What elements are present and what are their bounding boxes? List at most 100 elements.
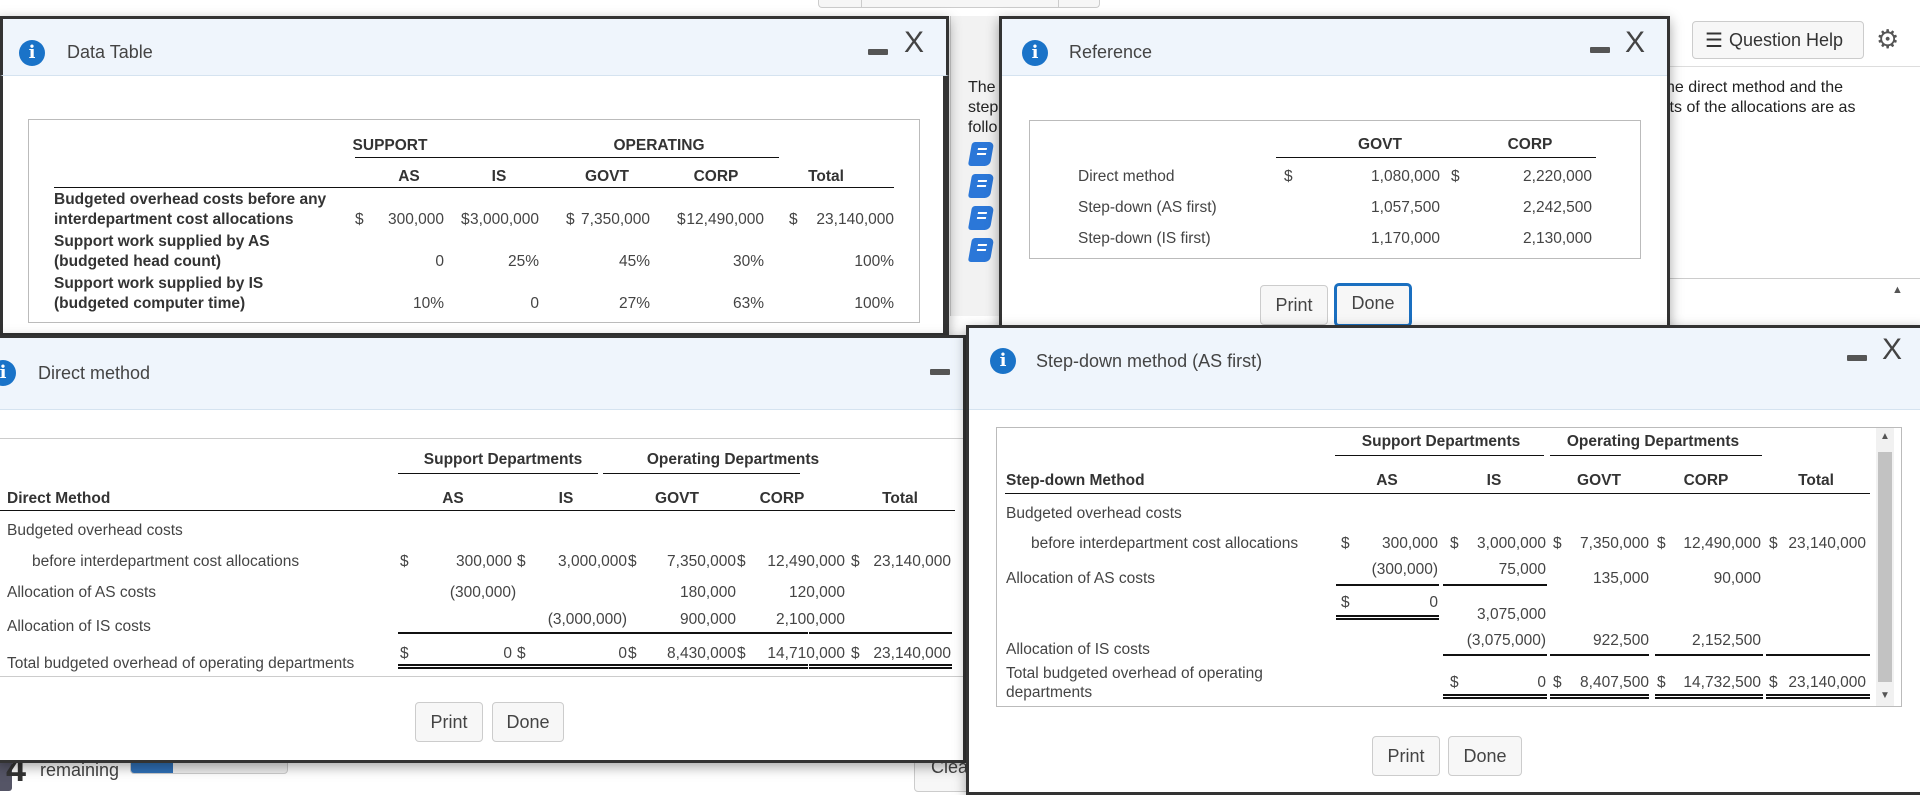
divider	[1640, 66, 1920, 67]
scrollbar-thumb[interactable]	[1878, 452, 1892, 682]
row-label: Allocation of AS costs	[1006, 570, 1156, 587]
cell-value: (3,000,000)	[547, 611, 627, 628]
dollar-sign: $	[1657, 674, 1666, 691]
cell-value: 900,000	[679, 611, 736, 628]
underline	[1655, 654, 1763, 656]
group-header: OPERATING	[613, 137, 705, 154]
print-button[interactable]: Print	[1372, 736, 1440, 776]
row-label: Direct method	[1078, 168, 1175, 185]
book-icon[interactable]	[967, 206, 995, 230]
dialog-title: Data Table	[67, 42, 153, 62]
minimize-icon[interactable]	[1847, 355, 1867, 361]
double-underline	[1655, 694, 1763, 699]
done-button[interactable]: Done	[1448, 736, 1522, 776]
cell-value: (300,000)	[1371, 561, 1438, 578]
row-label: before interdepartment cost allocations	[1031, 535, 1299, 552]
book-icon[interactable]	[967, 174, 995, 198]
col-header: AS	[442, 490, 464, 507]
dollar-sign: $	[566, 211, 575, 228]
group-header: Operating Departments	[1566, 433, 1740, 450]
underline	[1336, 584, 1439, 586]
cell-value: 0	[1537, 674, 1546, 691]
underline	[1443, 654, 1547, 656]
cell-value: 3,000,000	[470, 211, 539, 228]
close-icon[interactable]: X	[1625, 28, 1645, 58]
cell-value: 12,490,000	[686, 211, 764, 228]
col-header: CORP	[759, 490, 805, 507]
dollar-sign: $	[1657, 535, 1666, 552]
remaining-label: remaining	[40, 760, 120, 780]
question-text-right: he direct method and the lts of the allo…	[1666, 79, 1856, 116]
vertical-scrollbar[interactable]: ▲ ▼	[1876, 428, 1894, 706]
cell-value: 0	[503, 645, 512, 662]
cell-value: 100%	[854, 253, 894, 270]
double-underline	[809, 664, 952, 669]
scroll-down-arrow-icon[interactable]: ▼	[1880, 690, 1890, 701]
cell-value: 23,140,000	[1788, 674, 1866, 691]
book-icon[interactable]	[967, 142, 995, 166]
cell-value: 922,500	[1592, 632, 1649, 649]
dollar-sign: $	[400, 553, 409, 570]
row-label: Step-down (IS first)	[1078, 230, 1211, 247]
underline	[504, 632, 611, 634]
row-label: Support work supplied by IS	[54, 275, 264, 292]
underline	[700, 632, 808, 634]
col-header: AS	[1376, 472, 1398, 489]
double-underline	[504, 664, 611, 669]
is-subtotal: 3,075,000	[1477, 606, 1546, 623]
cell-value: 2,152,500	[1692, 632, 1761, 649]
group-header: SUPPORT	[352, 137, 428, 154]
minimize-icon[interactable]	[1590, 47, 1610, 53]
row-label: Allocation of IS costs	[1006, 641, 1150, 658]
cell-value: 27%	[618, 295, 650, 312]
row-label: Support work supplied by AS	[54, 233, 270, 250]
dollar-sign: $	[355, 211, 364, 228]
gear-icon[interactable]: ⚙	[1876, 24, 1899, 55]
group-header: Support Departments	[423, 451, 583, 468]
underline	[1550, 654, 1649, 656]
question-help-button[interactable]: ☰ Question Help	[1692, 21, 1864, 59]
cell-value: 135,000	[1592, 570, 1649, 587]
dollar-sign: $	[1769, 535, 1778, 552]
done-button[interactable]: Done	[1334, 283, 1412, 327]
cell-value: 0	[435, 253, 444, 270]
close-icon[interactable]: X	[904, 28, 924, 58]
dollar-sign: $	[628, 645, 637, 662]
dollar-sign: $	[1769, 674, 1778, 691]
dollar-sign: $	[737, 645, 746, 662]
info-icon: i	[990, 348, 1016, 374]
col-header: CORP	[1507, 136, 1553, 153]
info-icon: i	[19, 40, 45, 66]
corp-value: 2,220,000	[1523, 168, 1592, 185]
row-label: Budgeted overhead costs before any	[54, 191, 327, 208]
col-header: CORP	[1683, 472, 1729, 489]
cell-value: 63%	[732, 295, 764, 312]
scroll-up-arrow-icon[interactable]: ▲	[1880, 431, 1890, 442]
dollar-sign: $	[400, 645, 409, 662]
print-button[interactable]: Print	[1260, 285, 1328, 325]
row-header: Direct Method	[7, 490, 111, 507]
close-icon[interactable]: X	[1882, 335, 1902, 365]
double-underline	[1336, 615, 1439, 620]
scroll-up-arrow-icon[interactable]: ▲	[1892, 284, 1903, 296]
info-icon: i	[1022, 40, 1048, 66]
book-icon[interactable]	[967, 238, 995, 262]
minimize-icon[interactable]	[930, 369, 950, 375]
print-button[interactable]: Print	[415, 702, 483, 742]
dollar-sign: $	[1284, 168, 1293, 185]
underline	[1766, 654, 1870, 656]
top-toolbar-fragment	[818, 0, 1100, 8]
minimize-icon[interactable]	[868, 49, 888, 55]
cell-value: 23,140,000	[816, 211, 894, 228]
dialog-title: Step-down method (AS first)	[1036, 351, 1263, 371]
cell-value: 300,000	[387, 211, 444, 228]
col-header: IS	[1486, 472, 1502, 489]
double-underline	[603, 664, 710, 669]
done-button[interactable]: Done	[492, 702, 564, 742]
col-header: GOVT	[585, 168, 629, 185]
cell-value: 23,140,000	[873, 553, 951, 570]
row-header: Step-down Method	[1006, 472, 1145, 489]
dollar-sign: $	[1553, 535, 1562, 552]
underline	[398, 632, 508, 634]
question-help-label: Question Help	[1728, 29, 1844, 50]
